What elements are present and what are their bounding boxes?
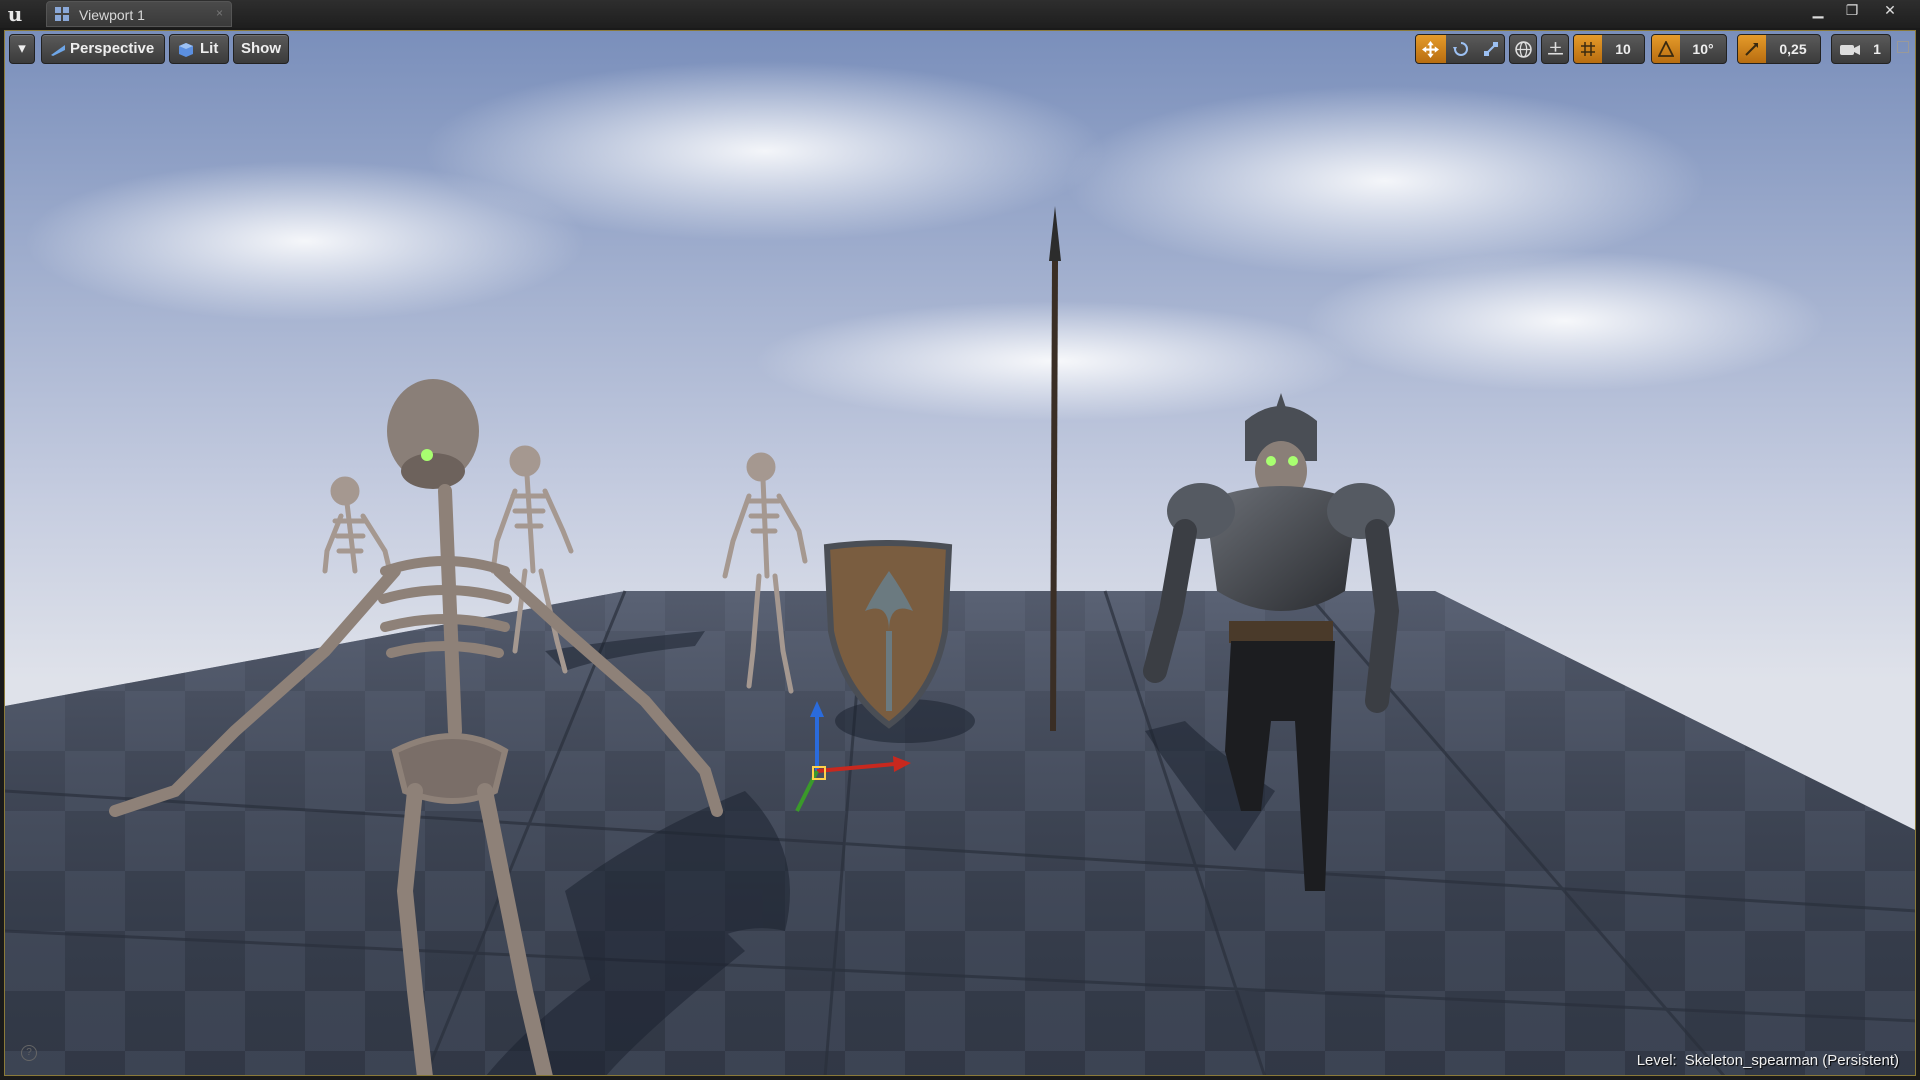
level-label: Level: <box>1636 1052 1677 1069</box>
world-local-icon <box>1515 41 1532 58</box>
rotation-snap-toggle[interactable] <box>1652 35 1680 63</box>
rotate-icon <box>1453 42 1468 56</box>
scale-snap-value[interactable]: 0,25 <box>1766 35 1820 63</box>
perspective-label: Perspective <box>70 40 155 57</box>
scale-mode-button[interactable] <box>1476 35 1506 63</box>
tab-close-icon[interactable]: × <box>216 6 223 20</box>
grid-snap-toggle[interactable] <box>1574 35 1602 63</box>
tab-label: Viewport 1 <box>79 7 145 23</box>
transform-mode-group <box>1415 34 1505 64</box>
grid-snap-group: 10 <box>1573 34 1645 64</box>
viewport-options-dropdown[interactable]: ▾ <box>9 34 35 64</box>
scale-snap-group: 0,25 <box>1737 34 1821 64</box>
minimize-button[interactable]: ▁ <box>1800 0 1836 20</box>
rotation-snap-value[interactable]: 10° <box>1680 35 1726 63</box>
scale-snap-icon <box>1745 43 1758 56</box>
maximize-viewport-icon[interactable] <box>1897 41 1909 53</box>
lit-button[interactable]: Lit <box>169 34 229 64</box>
perspective-button[interactable]: Perspective <box>41 34 165 64</box>
grid-snap-value[interactable]: 10 <box>1602 35 1644 63</box>
camera-speed-icon <box>1840 45 1860 55</box>
show-button[interactable]: Show <box>233 34 289 64</box>
tab-viewport-1[interactable]: Viewport 1 × <box>46 1 232 27</box>
level-name: Skeleton_spearman (Persistent) <box>1684 1052 1899 1069</box>
lit-icon <box>179 43 193 57</box>
rotation-snap-icon <box>1658 41 1674 57</box>
translate-mode-button[interactable] <box>1416 35 1446 63</box>
close-button[interactable]: ✕ <box>1872 0 1908 20</box>
level-indicator: Level: Skeleton_spearman (Persistent) <box>1637 1052 1899 1069</box>
dropdown-icon: ▾ <box>18 40 26 57</box>
rotate-mode-button[interactable] <box>1446 35 1476 63</box>
scene-3d[interactable] <box>5 31 1916 1076</box>
viewport-tab-icon <box>55 7 69 21</box>
world-local-toggle[interactable] <box>1509 34 1537 64</box>
maximize-button[interactable]: ❐ <box>1834 0 1870 20</box>
surface-snap-icon <box>1548 42 1563 55</box>
translate-icon <box>1422 41 1439 58</box>
perspective-icon <box>51 45 65 56</box>
lit-label: Lit <box>200 40 219 57</box>
grid-snap-icon <box>1581 42 1595 56</box>
title-bar: u Viewport 1 × ▁ ❐ ✕ <box>0 0 1920 28</box>
camera-speed-button[interactable]: 1 <box>1831 34 1891 64</box>
help-icon[interactable]: ? <box>21 1045 37 1061</box>
surface-snap-toggle[interactable] <box>1541 34 1569 64</box>
scale-icon <box>1484 42 1498 56</box>
ue-logo-icon[interactable]: u <box>4 3 26 25</box>
viewport[interactable]: ▾ Perspective Lit Show 10 10° 0,25 1 ? L… <box>4 30 1916 1076</box>
show-label: Show <box>241 40 281 57</box>
camera-speed-value: 1 <box>1873 41 1881 57</box>
rotation-snap-group: 10° <box>1651 34 1727 64</box>
scale-snap-toggle[interactable] <box>1738 35 1766 63</box>
